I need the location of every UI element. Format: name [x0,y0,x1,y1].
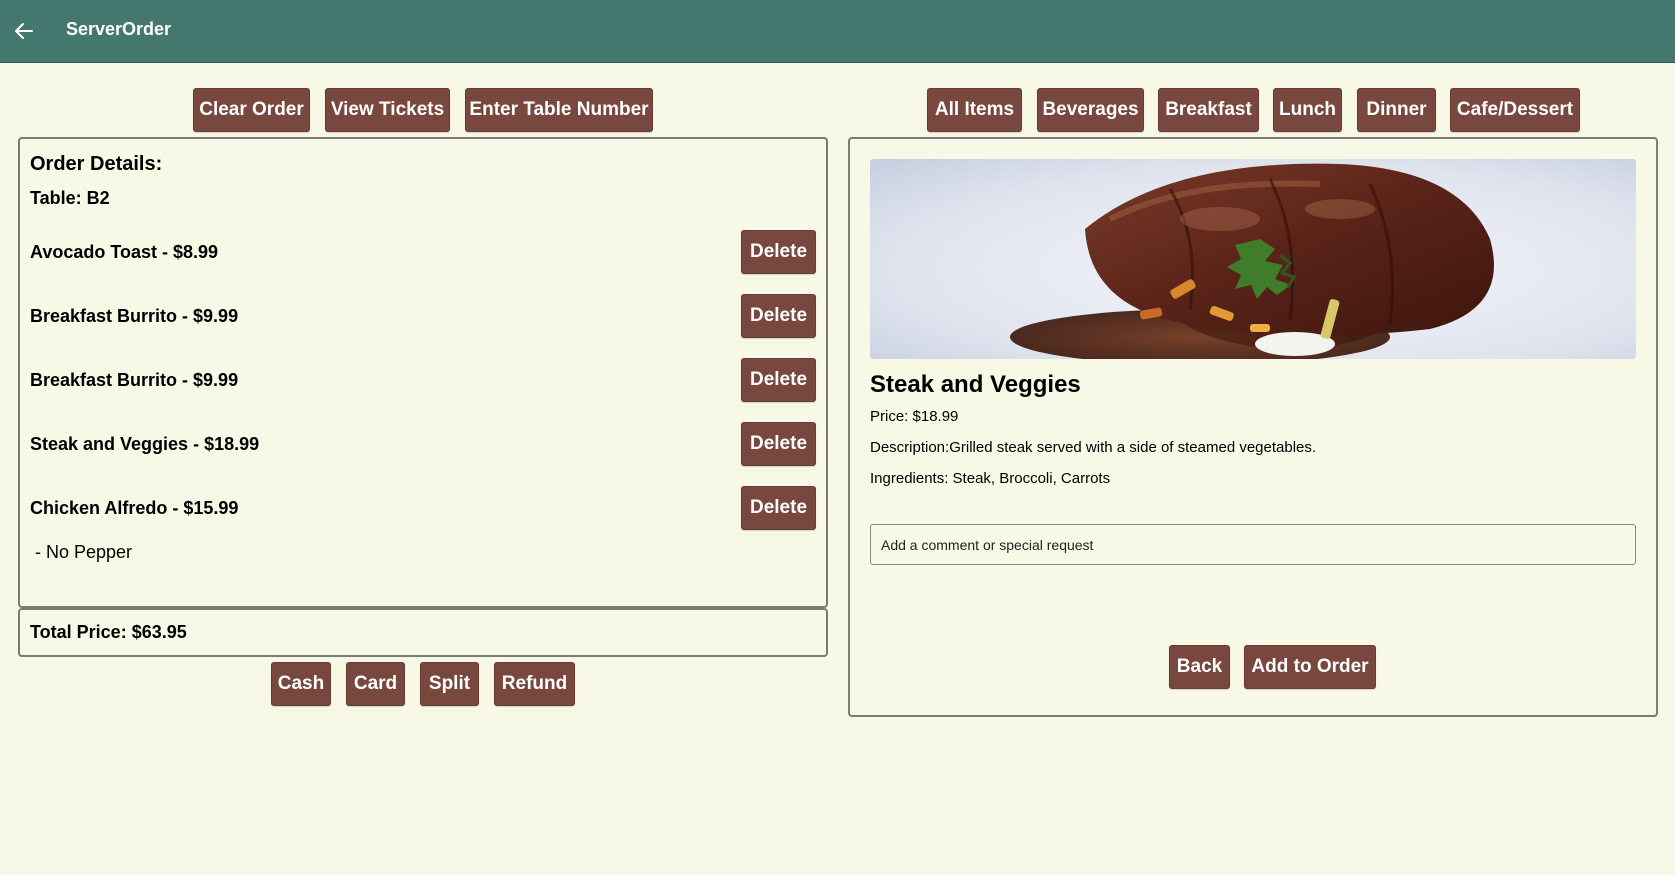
category-breakfast-button[interactable]: Breakfast [1158,88,1259,132]
back-button[interactable]: Back [1169,645,1230,689]
delete-item-button[interactable]: Delete [741,486,816,530]
delete-item-button[interactable]: Delete [741,358,816,402]
order-item-label: Steak and Veggies - $18.99 [30,434,260,454]
table-label: Table: B2 [30,188,110,208]
app-title: ServerOrder [66,19,172,39]
split-button[interactable]: Split [420,662,479,706]
view-tickets-button[interactable]: View Tickets [325,88,450,132]
category-dinner-button[interactable]: Dinner [1357,88,1436,132]
delete-item-button[interactable]: Delete [741,422,816,466]
delete-item-button[interactable]: Delete [741,230,816,274]
app-header: ServerOrder [0,0,1675,63]
arrow-left-icon[interactable] [12,18,36,44]
add-to-order-button[interactable]: Add to Order [1244,645,1376,689]
order-item-label: Chicken Alfredo - $15.99 [30,498,239,518]
delete-item-button[interactable]: Delete [741,294,816,338]
category-beverages-button[interactable]: Beverages [1037,88,1144,132]
food-image [870,159,1636,359]
comment-input[interactable] [870,524,1636,565]
refund-button[interactable]: Refund [494,662,575,706]
cash-button[interactable]: Cash [271,662,331,706]
item-ingredients: Ingredients: Steak, Broccoli, Carrots [870,470,1111,487]
item-name: Steak and Veggies [870,371,1081,398]
item-price: Price: $18.99 [870,408,959,425]
clear-order-button[interactable]: Clear Order [193,88,310,132]
total-price: Total Price: $63.95 [30,622,187,642]
item-description: Description:Grilled steak served with a … [870,439,1317,456]
order-details-heading: Order Details: [30,153,163,175]
order-item-note: - No Pepper [30,542,133,562]
category-all-items-button[interactable]: All Items [927,88,1022,132]
category-lunch-button[interactable]: Lunch [1273,88,1342,132]
enter-table-number-button[interactable]: Enter Table Number [465,88,653,132]
card-button[interactable]: Card [346,662,405,706]
category-cafe-dessert-button[interactable]: Cafe/Dessert [1450,88,1580,132]
order-item-label: Breakfast Burrito - $9.99 [30,370,239,390]
order-item-label: Breakfast Burrito - $9.99 [30,306,239,326]
order-item-label: Avocado Toast - $8.99 [30,242,219,262]
